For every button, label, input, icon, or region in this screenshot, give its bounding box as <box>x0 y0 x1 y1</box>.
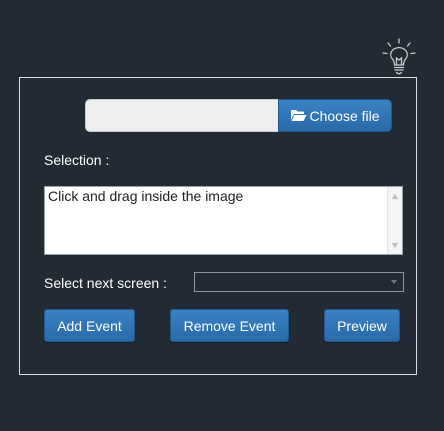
selection-text: Click and drag inside the image <box>48 188 244 204</box>
add-event-button[interactable]: Add Event <box>44 309 135 342</box>
choose-file-button[interactable]: Choose file <box>278 99 392 132</box>
scroll-down-icon[interactable] <box>392 243 398 248</box>
file-name-field[interactable] <box>85 99 278 132</box>
next-screen-label: Select next screen : <box>44 275 167 291</box>
folder-open-icon <box>290 109 307 122</box>
lightbulb-icon[interactable] <box>381 38 417 78</box>
selection-textarea[interactable]: Click and drag inside the image <box>44 186 403 255</box>
next-screen-select[interactable] <box>194 272 404 292</box>
remove-event-button[interactable]: Remove Event <box>170 309 289 342</box>
chevron-down-icon <box>391 280 397 284</box>
textarea-scrollbar[interactable] <box>387 187 402 254</box>
selection-label: Selection : <box>44 152 110 168</box>
preview-button[interactable]: Preview <box>324 309 400 342</box>
file-picker: Choose file <box>85 99 392 132</box>
scroll-up-icon[interactable] <box>392 194 398 199</box>
event-editor-panel: Choose file Selection : Click and drag i… <box>19 77 417 375</box>
choose-file-label: Choose file <box>309 107 380 124</box>
